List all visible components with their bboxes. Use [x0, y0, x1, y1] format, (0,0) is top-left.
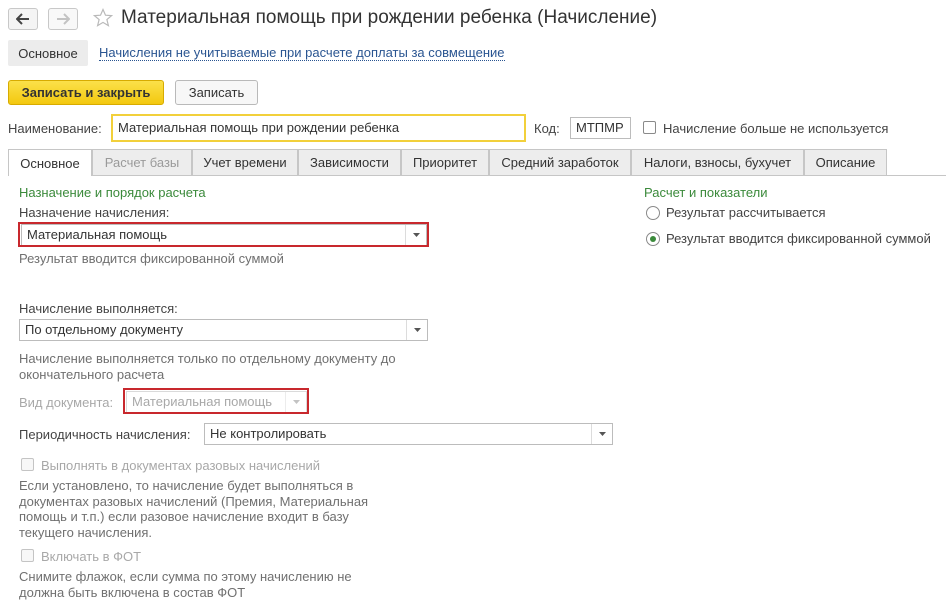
tab-dependencies[interactable]: Зависимости: [298, 149, 401, 175]
unused-label: Начисление больше не используется: [663, 121, 889, 136]
tab-strip-line: [8, 175, 946, 176]
fot-checkbox[interactable]: [21, 549, 34, 562]
tab-base-calc[interactable]: Расчет базы: [92, 149, 192, 175]
section-title-calc: Расчет и показатели: [644, 185, 768, 200]
nav-main[interactable]: Основное: [8, 40, 88, 66]
code-input[interactable]: МТПМР: [570, 117, 631, 139]
exec-hint: Начисление выполняется только по отдельн…: [19, 351, 396, 382]
name-input[interactable]: Материальная помощь при рождении ребенка: [111, 114, 526, 142]
tab-main[interactable]: Основное: [8, 149, 92, 176]
radio-calculated[interactable]: [646, 206, 660, 220]
save-and-close-button[interactable]: Записать и закрыть: [8, 80, 164, 105]
purpose-label: Назначение начисления:: [19, 205, 170, 220]
forward-button[interactable]: [48, 8, 78, 30]
nav-link-combination[interactable]: Начисления не учитываемые при расчете до…: [99, 45, 505, 61]
radio-calculated-label: Результат рассчитывается: [666, 205, 826, 220]
chevron-down-icon[interactable]: [406, 320, 427, 340]
tab-priority[interactable]: Приоритет: [401, 149, 489, 175]
code-label: Код:: [534, 121, 560, 136]
tab-description[interactable]: Описание: [804, 149, 887, 175]
exec-select[interactable]: По отдельному документу: [19, 319, 428, 341]
purpose-highlight: [18, 222, 429, 247]
tab-average-earnings[interactable]: Средний заработок: [489, 149, 631, 175]
oneoff-checkbox[interactable]: [21, 458, 34, 471]
page-title: Материальная помощь при рождении ребенка…: [121, 7, 658, 28]
period-label: Периодичность начисления:: [19, 427, 191, 442]
oneoff-hint: Если установлено, то начисление будет вы…: [19, 478, 369, 540]
fot-label: Включать в ФОТ: [41, 549, 142, 564]
tab-taxes[interactable]: Налоги, взносы, бухучет: [631, 149, 804, 175]
radio-fixed-sum-label: Результат вводится фиксированной суммой: [666, 231, 931, 246]
exec-select-value: По отдельному документу: [25, 322, 183, 337]
arrow-right-icon: [57, 13, 70, 25]
arrow-left-icon: [16, 13, 29, 25]
doc-type-highlight: [123, 388, 309, 414]
radio-fixed-sum[interactable]: [646, 232, 660, 246]
section-title-purpose: Назначение и порядок расчета: [19, 185, 206, 200]
chevron-down-icon[interactable]: [591, 424, 612, 444]
name-label: Наименование:: [8, 121, 102, 136]
exec-label: Начисление выполняется:: [19, 301, 178, 316]
unused-checkbox[interactable]: [643, 121, 656, 134]
oneoff-label: Выполнять в документах разовых начислени…: [41, 458, 321, 473]
period-select[interactable]: Не контролировать: [204, 423, 613, 445]
back-button[interactable]: [8, 8, 38, 30]
purpose-hint: Результат вводится фиксированной суммой: [19, 251, 284, 266]
save-button[interactable]: Записать: [175, 80, 258, 105]
period-select-value: Не контролировать: [210, 426, 327, 441]
tab-time-tracking[interactable]: Учет времени: [192, 149, 298, 175]
doc-type-label: Вид документа:: [19, 395, 114, 410]
star-icon[interactable]: [93, 8, 113, 28]
fot-hint: Снимите флажок, если сумма по этому начи…: [19, 569, 352, 600]
